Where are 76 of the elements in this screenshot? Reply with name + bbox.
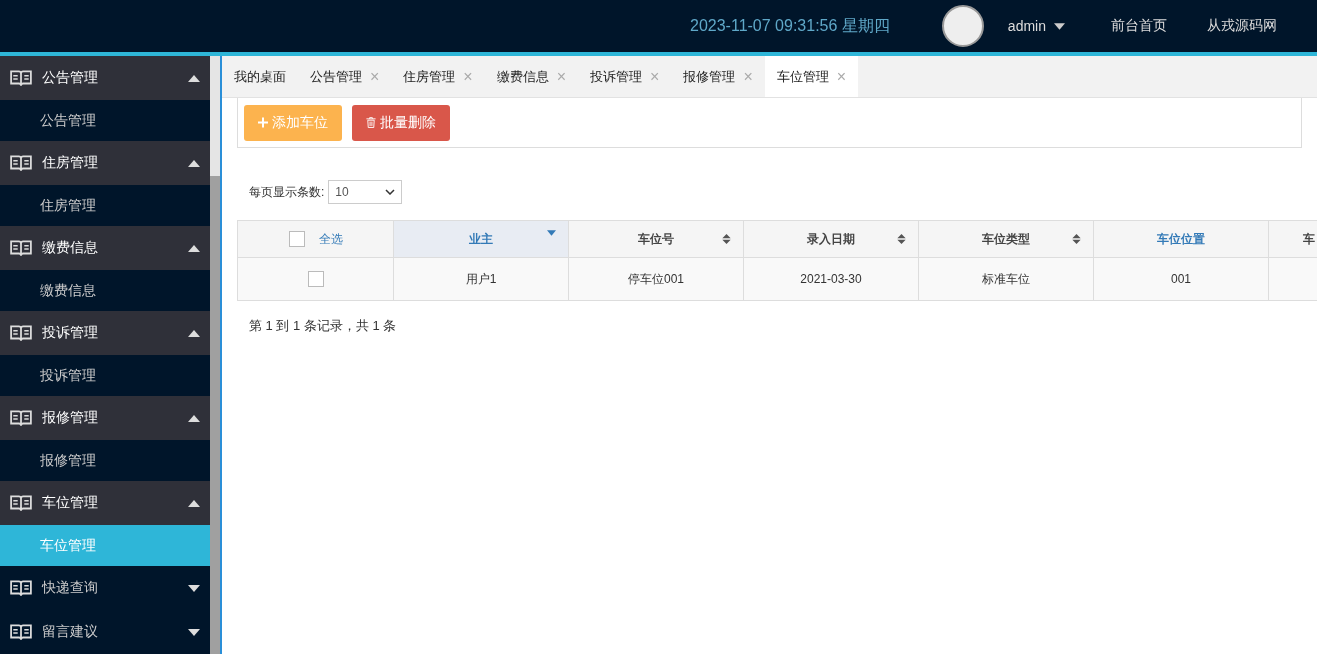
menu-group-label: 留言建议 <box>42 623 99 641</box>
tab-label: 住房管理 <box>403 67 456 86</box>
clock-text: 2023-11-07 09:31:56 星期四 <box>690 15 890 36</box>
header-link[interactable]: 前台首页 <box>1111 17 1167 35</box>
book-icon <box>10 623 32 641</box>
tab-label: 公告管理 <box>310 67 362 86</box>
caret-icon <box>188 329 200 337</box>
menu-group-label: 报修管理 <box>42 409 99 427</box>
plus-icon <box>258 117 268 128</box>
tab-label: 投诉管理 <box>590 67 643 86</box>
record-count-text: 第 1 到 1 条记录，共 1 条 <box>249 317 398 335</box>
menu-group-label: 公告管理 <box>42 69 99 87</box>
chevron-icon <box>385 189 396 195</box>
menu-group-label: 车位管理 <box>42 494 99 512</box>
caret-icon <box>188 628 200 636</box>
table-cell: 停车位001 <box>568 257 744 301</box>
caret-icon <box>188 244 200 252</box>
table-cell: 标准车位 <box>918 257 1094 301</box>
page-size-label: 每页显示条数: <box>249 183 325 201</box>
checkbox[interactable] <box>288 231 305 247</box>
caret-icon <box>1054 22 1065 30</box>
menu-group[interactable]: 报修管理 <box>0 396 210 440</box>
menu-group[interactable]: 投诉管理 <box>0 311 210 355</box>
book-icon <box>10 579 32 597</box>
caret-icon <box>188 414 200 422</box>
tab-label: 我的桌面 <box>234 67 286 86</box>
checkbox[interactable] <box>307 271 324 287</box>
sort-icon <box>722 234 731 244</box>
avatar-icon[interactable] <box>941 5 984 47</box>
caret-icon <box>188 499 200 507</box>
table-cell: 用户1 <box>393 257 569 301</box>
select-all-link[interactable]: 全选 <box>318 231 343 246</box>
column-header[interactable]: 车位号 <box>568 220 744 258</box>
column-header[interactable]: 车位类型 <box>918 220 1094 258</box>
sort-icon <box>897 234 906 244</box>
tab[interactable]: 公告管理 × <box>298 56 392 97</box>
book-icon <box>10 154 32 172</box>
menu-group-label: 投诉管理 <box>42 324 99 342</box>
tab[interactable]: 车位管理 × <box>764 56 859 97</box>
page-size-select[interactable]: 10 <box>328 180 403 204</box>
caret-icon <box>188 584 200 592</box>
header-link[interactable]: 从戎源码网 <box>1207 17 1277 35</box>
tab-label: 缴费信息 <box>496 67 549 86</box>
caret-icon <box>188 74 200 82</box>
tab[interactable]: 缴费信息 × <box>484 56 579 97</box>
sort-icon <box>1072 234 1081 244</box>
menu-group[interactable]: 住房管理 <box>0 141 210 185</box>
tab-label: 车位管理 <box>776 67 829 86</box>
column-header[interactable]: 车 <box>1268 220 1317 258</box>
menu-group[interactable]: 公告管理 <box>0 56 210 100</box>
menu-group[interactable]: 缴费信息 <box>0 226 210 270</box>
sort-desc-icon <box>547 230 556 236</box>
tab[interactable]: 我的桌面 <box>222 56 298 97</box>
caret-icon <box>188 159 200 167</box>
tab[interactable]: 投诉管理 × <box>578 56 672 97</box>
tab[interactable]: 报修管理 × <box>671 56 765 97</box>
book-icon <box>10 494 32 512</box>
menu-group-label: 缴费信息 <box>42 239 99 257</box>
table-cell: 2021-03-30 <box>743 257 919 301</box>
scrollbar[interactable] <box>210 56 220 654</box>
trash-icon <box>366 117 376 128</box>
menu-group[interactable]: 车位管理 <box>0 481 210 525</box>
menu-group-label: 快递查询 <box>42 579 99 597</box>
menu-group-label: 住房管理 <box>42 154 99 172</box>
tab[interactable]: 住房管理 × <box>391 56 485 97</box>
book-icon <box>10 239 32 257</box>
user-menu[interactable]: admin <box>1001 17 1071 35</box>
tab-label: 报修管理 <box>683 67 736 86</box>
column-header[interactable]: 车位位置 <box>1093 220 1269 258</box>
column-header[interactable]: 录入日期 <box>743 220 919 258</box>
book-icon <box>10 324 32 342</box>
column-header[interactable]: 业主 <box>393 220 569 258</box>
delete-button[interactable]: 批量删除 <box>352 104 450 141</box>
table-cell: 001 <box>1093 257 1269 301</box>
book-icon <box>10 69 32 87</box>
book-icon <box>10 409 32 427</box>
